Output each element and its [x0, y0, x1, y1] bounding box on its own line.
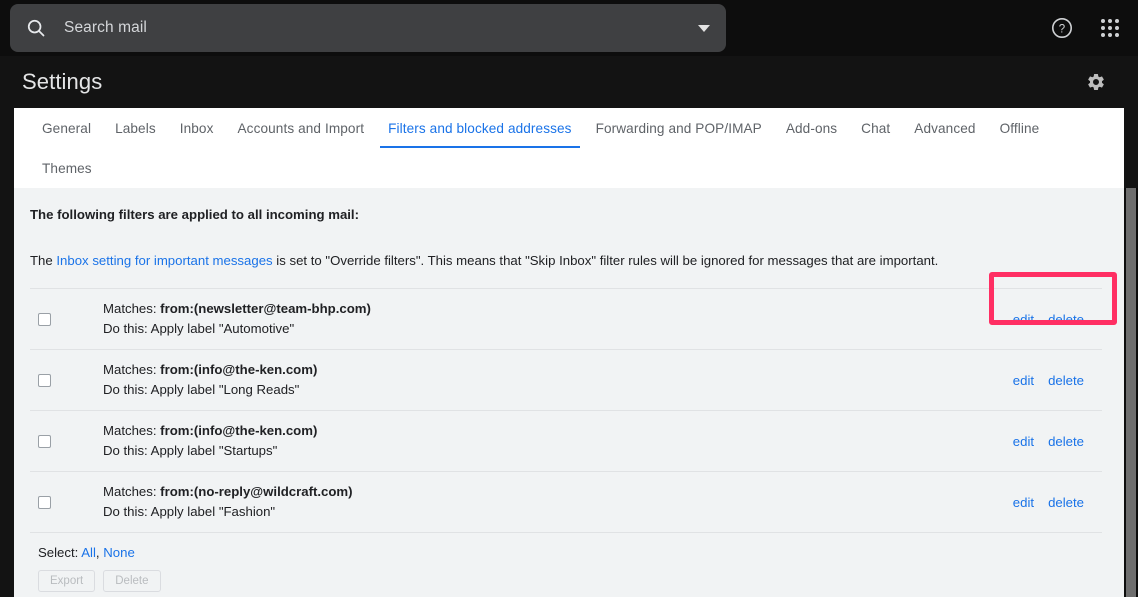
help-circle-icon[interactable]: ?	[1044, 10, 1080, 46]
delete-link[interactable]: delete	[1046, 434, 1086, 449]
page-title: Settings	[22, 69, 102, 95]
filter-action: Do this: Apply label "Long Reads"	[103, 380, 1011, 400]
svg-text:?: ?	[1059, 23, 1065, 35]
delete-link[interactable]: delete	[1046, 312, 1086, 327]
tab-labels[interactable]: Labels	[103, 108, 168, 148]
export-button[interactable]: Export	[38, 570, 95, 592]
tab-themes[interactable]: Themes	[30, 148, 104, 188]
select-row: Select: All, None	[30, 544, 1102, 562]
select-separator: ,	[96, 545, 100, 560]
filter-action: Do this: Apply label "Fashion"	[103, 502, 1011, 522]
filter-description: Matches: from:(no-reply@wildcraft.com) D…	[103, 482, 1011, 522]
note-suffix: is set to "Override filters". This means…	[273, 253, 939, 268]
table-row: Matches: from:(newsletter@team-bhp.com) …	[30, 289, 1102, 350]
tab-accounts-and-import[interactable]: Accounts and Import	[226, 108, 377, 148]
filter-matches-value: from:(info@the-ken.com)	[160, 423, 317, 438]
table-row: Matches: from:(info@the-ken.com) Do this…	[30, 350, 1102, 411]
filter-action: Do this: Apply label "Automotive"	[103, 319, 1011, 339]
row-actions: edit delete	[1011, 434, 1102, 449]
filter-action: Do this: Apply label "Startups"	[103, 441, 1011, 461]
table-row: Matches: from:(no-reply@wildcraft.com) D…	[30, 472, 1102, 533]
tab-add-ons[interactable]: Add-ons	[774, 108, 849, 148]
settings-panel: General Labels Inbox Accounts and Import…	[14, 108, 1124, 597]
row-actions: edit delete	[1011, 495, 1102, 510]
top-bar: ?	[0, 0, 1138, 56]
filter-matches-label: Matches:	[103, 423, 160, 438]
row-actions: edit delete	[1011, 312, 1102, 327]
edit-link[interactable]: edit	[1011, 373, 1036, 388]
select-label: Select:	[38, 545, 78, 560]
edit-link[interactable]: edit	[1011, 312, 1036, 327]
search-options-chevron-down-icon[interactable]	[682, 4, 726, 52]
tab-offline[interactable]: Offline	[988, 108, 1052, 148]
gmail-settings-window: ? Settings General Labels Inbox	[0, 0, 1138, 597]
filters-lead-text: The following filters are applied to all…	[30, 204, 1102, 224]
tab-filters-and-blocked-addresses[interactable]: Filters and blocked addresses	[376, 108, 584, 148]
table-row: Matches: from:(info@the-ken.com) Do this…	[30, 411, 1102, 472]
tab-forwarding-and-pop-imap[interactable]: Forwarding and POP/IMAP	[584, 108, 774, 148]
edit-link[interactable]: edit	[1011, 434, 1036, 449]
filter-matches-value: from:(no-reply@wildcraft.com)	[160, 484, 352, 499]
select-none-link[interactable]: None	[103, 545, 135, 560]
delete-button[interactable]: Delete	[103, 570, 160, 592]
important-messages-note: The Inbox setting for important messages…	[30, 252, 1102, 270]
tab-chat[interactable]: Chat	[849, 108, 902, 148]
search-icon	[24, 16, 48, 40]
filters-content: The following filters are applied to all…	[14, 188, 1124, 597]
search-bar[interactable]	[10, 4, 726, 52]
tab-general[interactable]: General	[30, 108, 103, 148]
filter-matches-value: from:(newsletter@team-bhp.com)	[160, 301, 371, 316]
note-prefix: The	[30, 253, 56, 268]
delete-link[interactable]: delete	[1046, 373, 1086, 388]
filter-checkbox[interactable]	[38, 435, 51, 448]
delete-link[interactable]: delete	[1046, 495, 1086, 510]
search-input[interactable]	[64, 19, 682, 37]
tab-advanced[interactable]: Advanced	[902, 108, 987, 148]
select-all-link[interactable]: All	[81, 545, 96, 560]
inbox-setting-link[interactable]: Inbox setting for important messages	[56, 253, 272, 268]
filter-checkbox[interactable]	[38, 496, 51, 509]
filter-checkbox[interactable]	[38, 313, 51, 326]
scrollbar-thumb[interactable]	[1126, 188, 1136, 597]
filter-description: Matches: from:(newsletter@team-bhp.com) …	[103, 299, 1011, 339]
filter-matches-label: Matches:	[103, 301, 160, 316]
bulk-actions: Export Delete	[30, 570, 1102, 592]
filter-matches-label: Matches:	[103, 484, 160, 499]
filter-checkbox[interactable]	[38, 374, 51, 387]
filters-list: Matches: from:(newsletter@team-bhp.com) …	[30, 288, 1102, 533]
edit-link[interactable]: edit	[1011, 495, 1036, 510]
settings-header: Settings	[0, 56, 1138, 108]
filter-matches-value: from:(info@the-ken.com)	[160, 362, 317, 377]
top-right-icons: ?	[1044, 0, 1128, 56]
row-actions: edit delete	[1011, 373, 1102, 388]
tab-inbox[interactable]: Inbox	[168, 108, 226, 148]
gear-icon[interactable]	[1084, 70, 1108, 94]
filter-description: Matches: from:(info@the-ken.com) Do this…	[103, 360, 1011, 400]
filter-matches-label: Matches:	[103, 362, 160, 377]
tab-row-primary: General Labels Inbox Accounts and Import…	[30, 108, 1124, 188]
left-rail	[0, 56, 14, 597]
filter-description: Matches: from:(info@the-ken.com) Do this…	[103, 421, 1011, 461]
settings-tabs: General Labels Inbox Accounts and Import…	[14, 108, 1124, 188]
apps-grid-icon[interactable]	[1092, 10, 1128, 46]
